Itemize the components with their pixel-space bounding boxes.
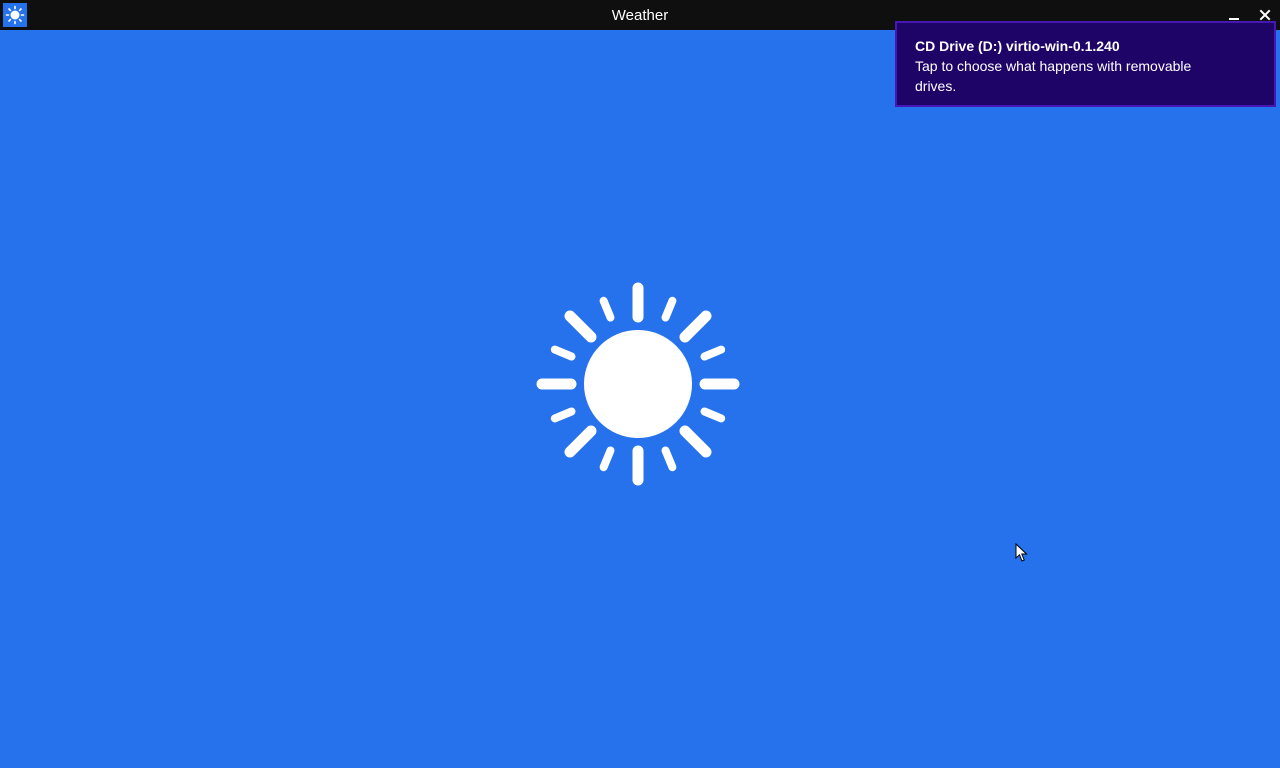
sun-icon bbox=[536, 282, 740, 486]
close-icon bbox=[1259, 9, 1271, 21]
removable-drive-notification[interactable]: CD Drive (D:) virtio-win-0.1.240 Tap to … bbox=[895, 21, 1276, 107]
mouse-cursor-icon bbox=[1015, 543, 1028, 562]
notification-body: Tap to choose what happens with removabl… bbox=[915, 58, 1192, 94]
notification-title: CD Drive (D:) virtio-win-0.1.240 bbox=[915, 38, 1120, 54]
minimize-icon bbox=[1229, 18, 1239, 20]
